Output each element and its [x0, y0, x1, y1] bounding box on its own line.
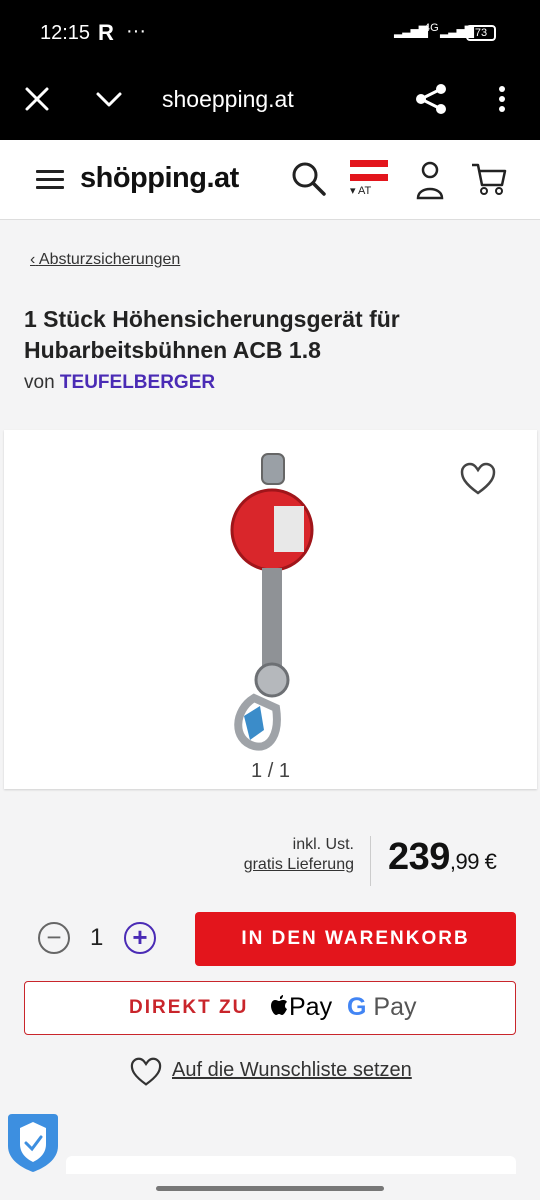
- express-pay-prefix: DIREKT ZU: [129, 997, 249, 1018]
- more-vert-icon[interactable]: [494, 84, 510, 114]
- heart-icon[interactable]: [460, 462, 496, 496]
- status-time: 12:15: [40, 22, 91, 44]
- price-divider: [370, 836, 371, 886]
- system-nav-bar: [0, 1174, 540, 1200]
- price-euros: 239: [388, 836, 450, 878]
- google-pay-logo: G Pay: [347, 993, 417, 1022]
- product-title: 1 Stück Höhensicherungsgerät für Hubarbe…: [24, 306, 400, 363]
- shield-check-icon[interactable]: [6, 1110, 60, 1174]
- network-type: 4G: [424, 22, 439, 34]
- flag-stripe-middle: [350, 167, 388, 174]
- search-icon[interactable]: [290, 160, 328, 198]
- apple-pay-label: Pay: [289, 993, 333, 1021]
- express-pay-button[interactable]: DIREKT ZU Pay G Pay: [24, 981, 516, 1035]
- heart-outline-icon: [130, 1057, 162, 1086]
- country-selector[interactable]: ▾ AT: [350, 160, 388, 197]
- country-code: AT: [357, 185, 372, 197]
- quantity-stepper: − 1 +: [38, 922, 158, 956]
- tax-note: inkl. Ust.: [292, 836, 354, 853]
- price-block: inkl. Ust. gratis Lieferung 239,99 €: [0, 832, 540, 892]
- wishlist-label: Auf die Wunschliste setzen: [172, 1059, 412, 1081]
- product-byline: von TEUFELBERGER: [24, 372, 215, 394]
- google-g-icon: G: [347, 993, 367, 1021]
- product-image: [230, 453, 314, 751]
- chevron-left-icon: ‹: [30, 251, 36, 268]
- flag-stripe-top: [350, 160, 388, 167]
- home-gesture-handle[interactable]: [156, 1186, 384, 1191]
- quantity-value[interactable]: 1: [90, 924, 103, 952]
- site-logo[interactable]: shöpping.at: [80, 162, 239, 195]
- delivery-link[interactable]: gratis Lieferung: [244, 856, 354, 874]
- product-image-gallery[interactable]: 1 / 1: [4, 430, 537, 789]
- chevron-down-icon[interactable]: [94, 84, 124, 114]
- user-icon[interactable]: [414, 160, 446, 200]
- apple-pay-logo: Pay: [271, 993, 332, 1022]
- menu-icon[interactable]: [36, 170, 64, 190]
- site-header: shöpping.at ▾ AT: [0, 140, 540, 220]
- wifi-signal-icon: ▂▃▅▇: [394, 24, 428, 38]
- breadcrumb[interactable]: ‹ Absturzsicherungen: [30, 251, 180, 269]
- battery-icon: 73: [466, 25, 496, 41]
- country-label: ▾ AT: [350, 185, 372, 197]
- google-pay-label: Pay: [373, 993, 417, 1021]
- share-icon[interactable]: [414, 82, 448, 116]
- plus-icon[interactable]: +: [124, 922, 156, 954]
- url-text[interactable]: shoepping.at: [162, 86, 294, 113]
- minus-icon[interactable]: −: [38, 922, 70, 954]
- app-notification-icon: R: [98, 20, 114, 45]
- flag-stripe-bottom: [350, 174, 388, 181]
- close-icon[interactable]: [22, 84, 52, 114]
- price: 239,99 €: [388, 836, 497, 879]
- browser-toolbar: shoepping.at: [0, 66, 540, 140]
- status-bar: 12:15 R ··· ▂▃▅▇ 4G ▂▃▅▇ 73: [0, 0, 540, 66]
- apple-logo-icon: [271, 995, 287, 1015]
- more-notifications-icon: ···: [126, 20, 146, 42]
- price-cents: ,99 €: [449, 849, 497, 874]
- cart-icon[interactable]: [470, 160, 508, 198]
- byline-prefix: von: [24, 372, 55, 393]
- breadcrumb-label: Absturzsicherungen: [38, 251, 181, 268]
- image-counter: 1 / 1: [251, 760, 290, 782]
- brand-link[interactable]: TEUFELBERGER: [60, 372, 215, 393]
- add-to-cart-button[interactable]: IN DEN WARENKORB: [195, 912, 516, 966]
